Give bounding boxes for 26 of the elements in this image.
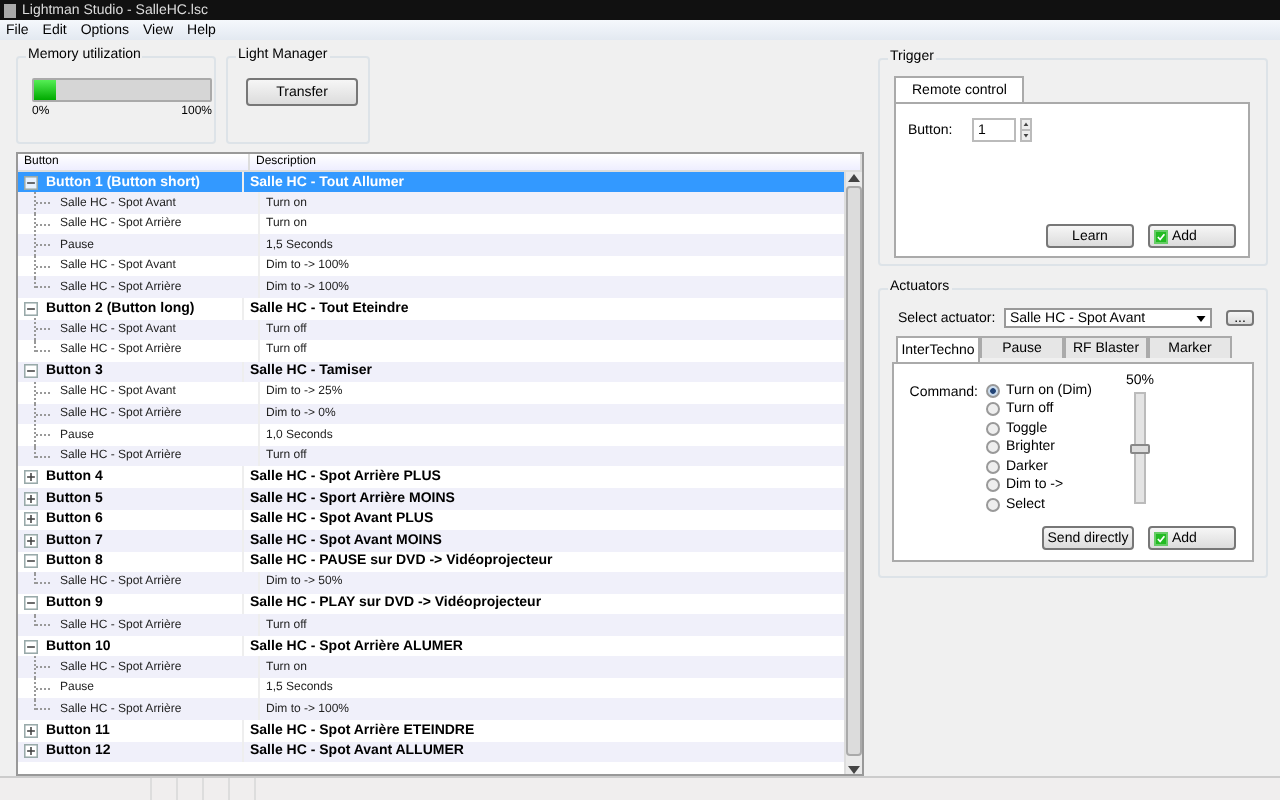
check-icon: [1154, 531, 1168, 545]
expand-icon[interactable]: [24, 512, 38, 527]
dim-slider[interactable]: [1134, 392, 1146, 504]
collapse-icon[interactable]: [24, 301, 38, 316]
app-icon: [4, 3, 16, 17]
collapse-icon[interactable]: [24, 596, 38, 611]
collapse-icon[interactable]: [24, 175, 38, 190]
tree-connector: [34, 192, 52, 215]
scrollbar[interactable]: [844, 171, 862, 774]
slider-thumb[interactable]: [1130, 444, 1150, 454]
tree-connector: [34, 614, 52, 627]
tree-connector: [34, 234, 52, 257]
expand-icon[interactable]: [24, 491, 38, 506]
dropdown-arrow-icon: [1196, 315, 1206, 321]
check-icon: [1154, 229, 1168, 243]
collapse-icon[interactable]: [24, 554, 38, 569]
tree-connector: [34, 656, 52, 679]
expand-icon[interactable]: [24, 723, 38, 738]
expand-icon[interactable]: [24, 744, 38, 759]
tree-connector: [34, 403, 52, 426]
spinner-icon[interactable]: [1020, 118, 1032, 142]
expand-icon[interactable]: [24, 470, 38, 485]
expand-icon[interactable]: [24, 533, 38, 548]
collapse-icon[interactable]: [24, 639, 38, 654]
collapse-icon[interactable]: [24, 364, 38, 379]
tree-connector: [34, 572, 52, 585]
